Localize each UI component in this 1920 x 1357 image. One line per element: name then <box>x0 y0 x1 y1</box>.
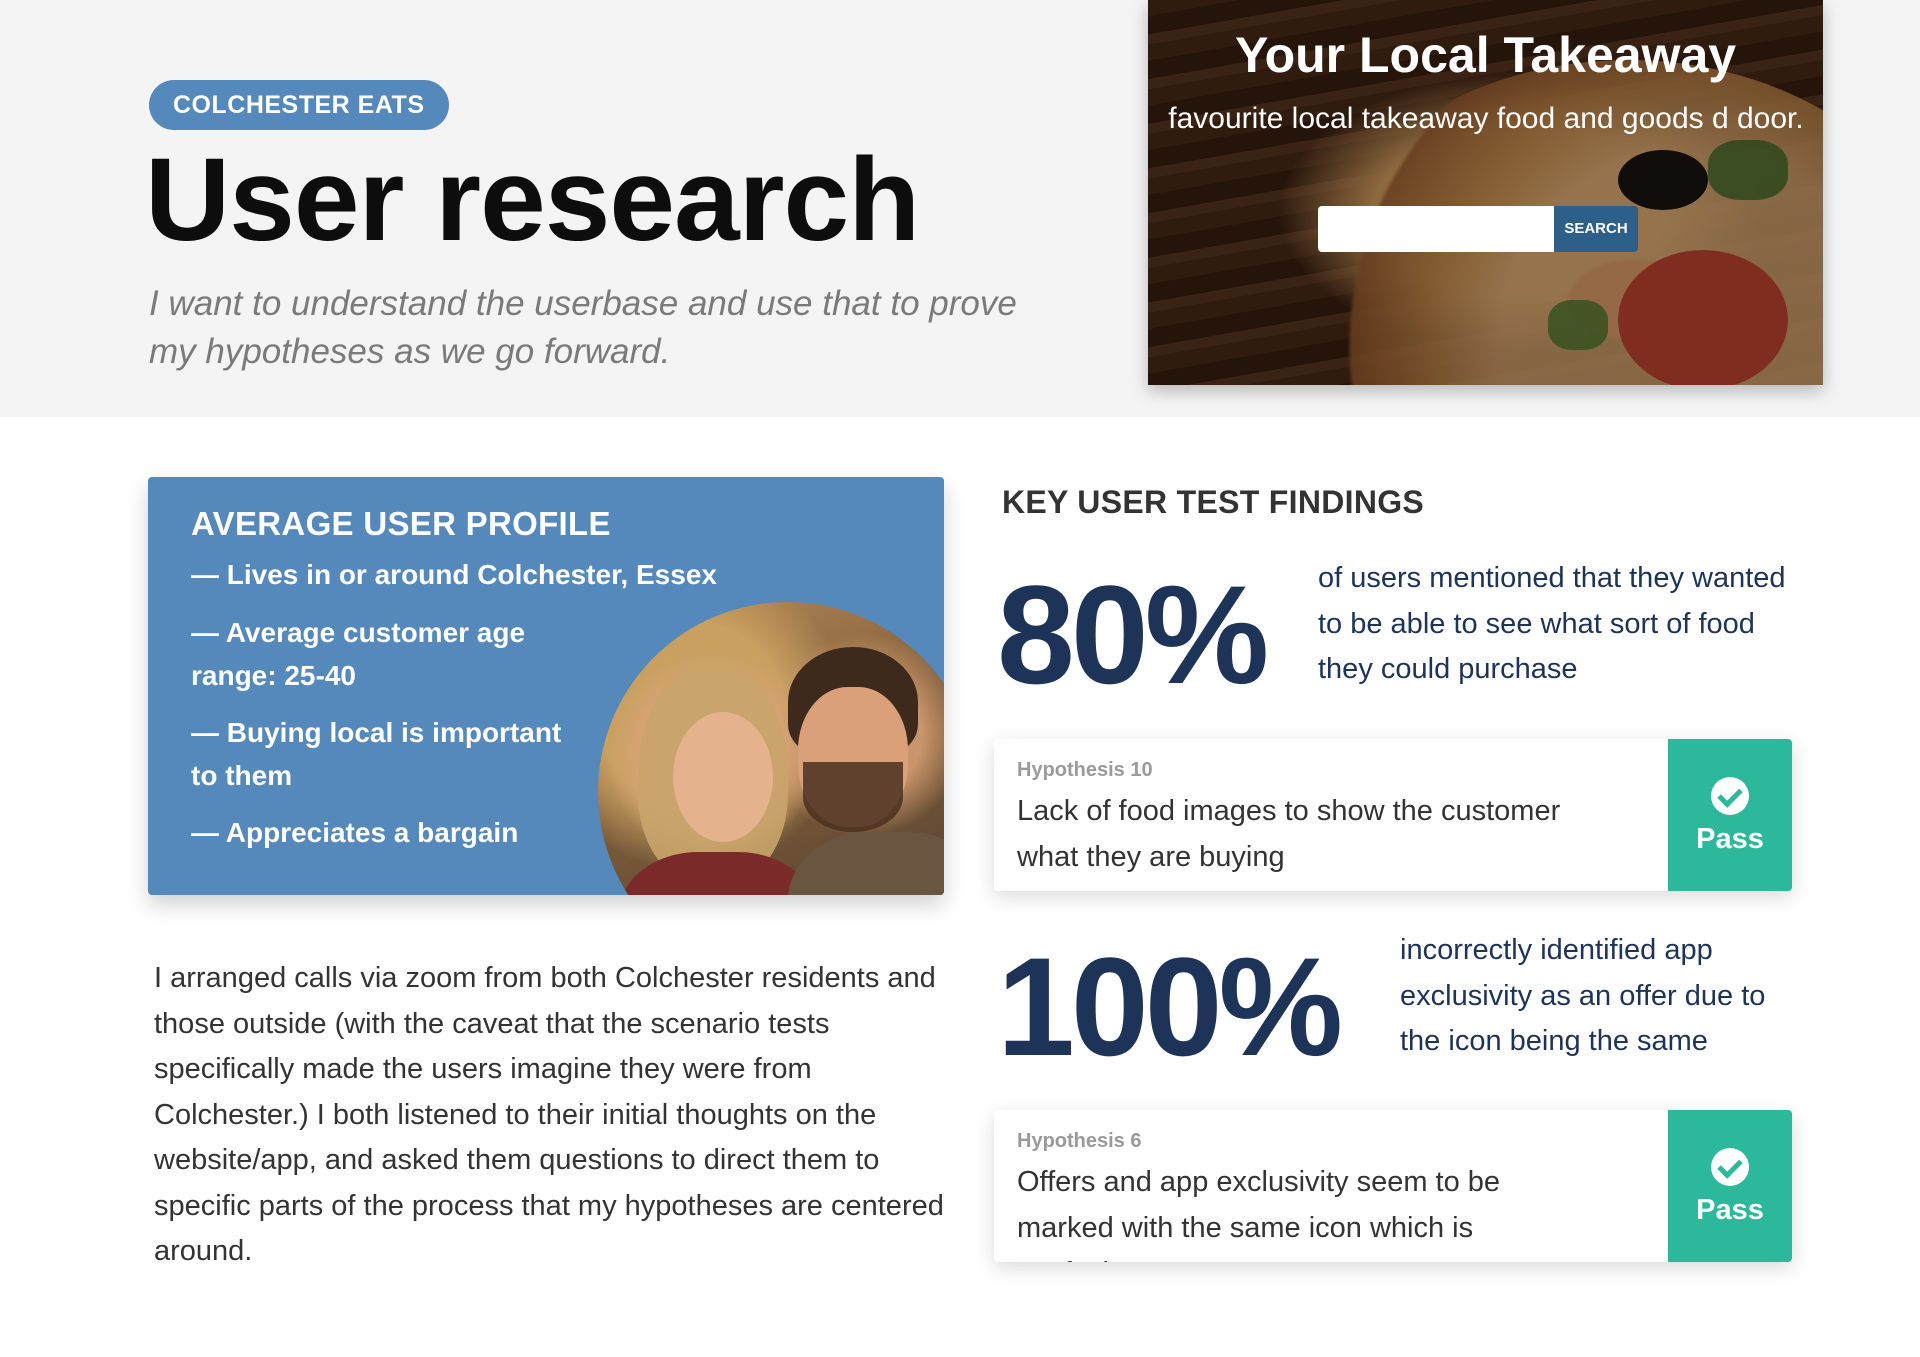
profile-item-age: — Average customer age <box>191 617 526 648</box>
screenshot-search-button: SEARCH <box>1554 206 1638 252</box>
user-profile-card: AVERAGE USER PROFILE — Lives in or aroun… <box>148 477 944 895</box>
profile-item-local-cont: to them <box>191 760 293 791</box>
profile-item-age-range: range: 25-40 <box>191 660 356 691</box>
screenshot-title: Your Local Takeaway <box>1234 27 1737 83</box>
olive-topping <box>1618 150 1708 210</box>
profile-item-local: — Buying local is important <box>191 717 562 748</box>
hero-section: COLCHESTER EATS User research I want to … <box>0 0 1920 417</box>
screenshot-subtitle: favourite local takeaway food and goods … <box>1168 102 1804 135</box>
stat-value-80: 80% <box>997 556 1269 713</box>
herb-topping <box>1708 140 1788 200</box>
website-screenshot: Your Local Takeaway favourite local take… <box>1148 0 1823 385</box>
pass-label: Pass <box>1696 1194 1764 1226</box>
check-circle-icon <box>1711 1148 1749 1186</box>
photo-shape <box>673 712 773 842</box>
hypothesis-card: Hypothesis 10 Lack of food images to sho… <box>994 739 1792 891</box>
stat-text-80: of users mentioned that they wanted to b… <box>1318 562 1786 685</box>
hypothesis-text: Lack of food images to show the customer… <box>1017 795 1561 873</box>
check-circle-icon <box>1711 777 1749 815</box>
page-subtitle: I want to understand the userbase and us… <box>149 284 1017 371</box>
photo-shape <box>803 762 903 832</box>
hypothesis-label: Hypothesis 6 <box>1017 1130 1142 1152</box>
stat-value-100: 100% <box>997 928 1343 1085</box>
hypothesis-card: Hypothesis 6 Offers and app exclusivity … <box>994 1110 1792 1262</box>
couple-photo <box>598 602 944 895</box>
photo-shape <box>788 832 944 895</box>
screenshot-search-input <box>1318 206 1554 252</box>
page-title: User research <box>145 134 920 266</box>
profile-item-bargain: — Appreciates a bargain <box>191 817 519 848</box>
stat-text-100: incorrectly identified app exclusivity a… <box>1400 934 1766 1057</box>
tomato-topping <box>1618 250 1788 385</box>
pass-label: Pass <box>1696 823 1764 855</box>
hypothesis-label: Hypothesis 10 <box>1017 759 1153 781</box>
profile-title: AVERAGE USER PROFILE <box>191 505 611 542</box>
category-tag: COLCHESTER EATS <box>149 80 449 130</box>
findings-title: KEY USER TEST FINDINGS <box>1002 484 1425 520</box>
herb-topping <box>1548 300 1608 350</box>
profile-item-location: — Lives in or around Colchester, Essex <box>191 559 717 590</box>
pass-badge: Pass <box>1668 739 1792 891</box>
research-description: I arranged calls via zoom from both Colc… <box>154 962 944 1267</box>
pass-badge: Pass <box>1668 1110 1792 1262</box>
hypothesis-text: Offers and app exclusivity seem to be ma… <box>1017 1166 1501 1262</box>
